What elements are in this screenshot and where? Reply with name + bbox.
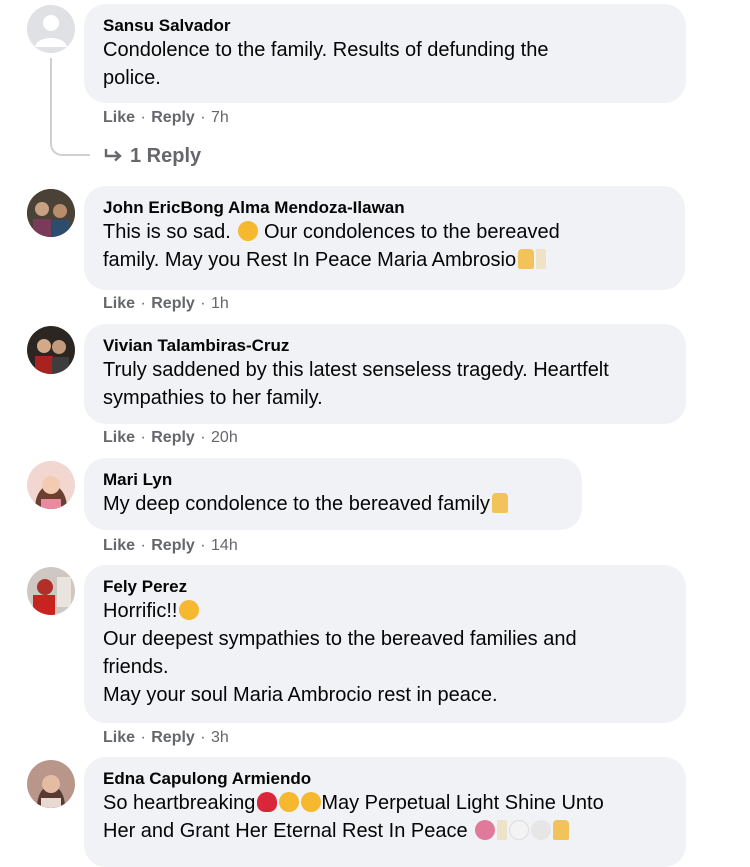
reply-button[interactable]: Reply — [151, 109, 195, 126]
folded-hands-emoji — [491, 493, 508, 513]
reply-button[interactable]: Reply — [151, 429, 195, 446]
comment-bubble: Edna Capulong Armiendo So heartbreaking M… — [84, 757, 686, 867]
folded-hands-emoji — [518, 249, 535, 269]
like-button[interactable]: Like — [103, 429, 135, 446]
comment-timestamp[interactable]: 7h — [211, 109, 229, 126]
dove-emoji — [531, 820, 552, 840]
comment-bubble: Mari Lyn My deep condolence to the berea… — [84, 458, 582, 530]
comment-timestamp[interactable]: 3h — [211, 729, 229, 746]
user-avatar[interactable] — [27, 760, 75, 808]
user-avatar[interactable] — [27, 326, 75, 374]
like-button[interactable]: Like — [103, 537, 135, 554]
like-button[interactable]: Like — [103, 729, 135, 746]
comment-text-line: family. May you Rest In Peace Maria Ambr… — [103, 246, 667, 274]
reply-button[interactable]: Reply — [151, 729, 195, 746]
comment-actions: Like · Reply · 14h — [103, 537, 238, 554]
comment-text: Horrific!! Our deepest sympathies to the… — [103, 597, 668, 709]
replies-count-label: 1 Reply — [130, 145, 202, 167]
comment-text-line: Condolence to the family. Results of def… — [103, 39, 549, 61]
reply-button[interactable]: Reply — [151, 295, 195, 312]
comment-author[interactable]: John EricBong Alma Mendoza-Ilawan — [103, 198, 667, 218]
comment-author[interactable]: Edna Capulong Armiendo — [103, 769, 668, 789]
comment-bubble: John EricBong Alma Mendoza-Ilawan This i… — [84, 186, 685, 290]
comment-text: This is so sad. Our condolences to the b… — [103, 218, 667, 274]
comment-text: So heartbreaking May Perpetual Light Shin… — [103, 789, 668, 845]
comment-author[interactable]: Fely Perez — [103, 577, 668, 597]
comment-actions: Like · Reply · 3h — [103, 729, 229, 746]
comment-text-line: friends. — [103, 656, 169, 678]
bouquet-emoji — [475, 820, 496, 840]
broken-heart-emoji — [257, 792, 278, 812]
comment-text-line: So heartbreaking May Perpetual Light Shin… — [103, 792, 604, 814]
comment-text-line: Our deepest sympathies to the bereaved f… — [103, 628, 577, 650]
comment-text-line: Truly saddened by this latest senseless … — [103, 359, 609, 381]
reply-arrow-icon — [104, 149, 122, 162]
folded-hands-emoji — [553, 820, 570, 840]
comment-timestamp[interactable]: 14h — [211, 537, 238, 554]
comment-timestamp[interactable]: 1h — [211, 295, 229, 312]
comment-timestamp[interactable]: 20h — [211, 429, 238, 446]
comment-text-line: This is so sad. Our condolences to the b… — [103, 221, 560, 243]
comment-bubble: Sansu Salvador Condolence to the family.… — [84, 4, 686, 103]
like-button[interactable]: Like — [103, 109, 135, 126]
candle-emoji — [497, 820, 508, 840]
like-button[interactable]: Like — [103, 295, 135, 312]
comment-text-line: sympathies to her family. — [103, 387, 323, 409]
comment-bubble: Vivian Talambiras-Cruz Truly saddened by… — [84, 324, 686, 424]
comment-bubble: Fely Perez Horrific!! Our deepest sympat… — [84, 565, 686, 723]
comment-author[interactable]: Vivian Talambiras-Cruz — [103, 336, 668, 356]
default-avatar[interactable] — [27, 5, 75, 53]
comment-author[interactable]: Mari Lyn — [103, 470, 564, 490]
candle-emoji — [536, 249, 547, 269]
sad-face-emoji — [179, 600, 200, 620]
reply-button[interactable]: Reply — [151, 537, 195, 554]
comment-text-line: Horrific!! — [103, 597, 668, 625]
comment-text: Truly saddened by this latest senseless … — [103, 356, 668, 412]
comment-text-line: My deep condolence to the bereaved famil… — [103, 490, 564, 518]
sad-face-emoji — [238, 221, 259, 241]
comment-text-line: May your soul Maria Ambrocio rest in pea… — [103, 684, 498, 706]
user-avatar[interactable] — [27, 461, 75, 509]
user-avatar[interactable] — [27, 567, 75, 615]
comment-text: Condolence to the family. Results of def… — [103, 36, 668, 92]
user-avatar[interactable] — [27, 189, 75, 237]
comment-text-line: police. — [103, 67, 161, 89]
comment-text: My deep condolence to the bereaved famil… — [103, 490, 564, 518]
view-replies-link[interactable]: 1 Reply — [104, 143, 201, 169]
comment-author[interactable]: Sansu Salvador — [103, 16, 668, 36]
comment-actions: Like · Reply · 7h — [103, 109, 229, 126]
comment-actions: Like · Reply · 20h — [103, 429, 238, 446]
crying-face-emoji — [301, 792, 322, 812]
white-heart-emoji — [509, 820, 530, 840]
comment-actions: Like · Reply · 1h — [103, 295, 229, 312]
crying-face-emoji — [279, 792, 300, 812]
comment-text-line: Her and Grant Her Eternal Rest In Peace — [103, 817, 668, 845]
